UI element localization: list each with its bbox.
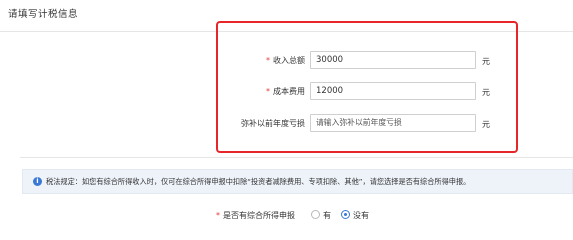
required-mark: * [216,211,220,220]
prior-loss-label: 弥补以前年度亏损 [241,119,305,128]
radio-yes[interactable] [311,210,320,219]
section-title: 请填写计税信息 [8,9,79,20]
radio-no[interactable] [341,210,350,219]
cost-expense-label: * 成本费用 [266,87,305,96]
income-total-unit: 元 [482,57,490,66]
notice-text: 税法规定：如您有综合所得收入时，仅可在综合所得申报中扣除“投资者减除费用、专项扣… [46,177,471,186]
notice-divider [20,157,573,158]
prior-loss-unit: 元 [482,120,490,129]
tax-rule-notice: i 税法规定：如您有综合所得收入时，仅可在综合所得申报中扣除“投资者减除费用、专… [22,169,573,194]
radio-yes-label[interactable]: 有 [323,210,331,221]
cost-expense-input[interactable]: 12000 [310,82,476,100]
cost-expense-unit: 元 [482,88,490,97]
required-mark: * [266,56,270,65]
income-total-label: * 收入总额 [266,56,305,65]
required-mark: * [266,87,270,96]
income-total-input[interactable]: 30000 [310,51,476,69]
comprehensive-income-question: * 是否有综合所得申报 [216,211,295,220]
info-icon: i [33,177,42,186]
prior-loss-input[interactable]: 请输入弥补以前年度亏损 [310,114,476,132]
radio-no-label[interactable]: 没有 [353,210,369,221]
